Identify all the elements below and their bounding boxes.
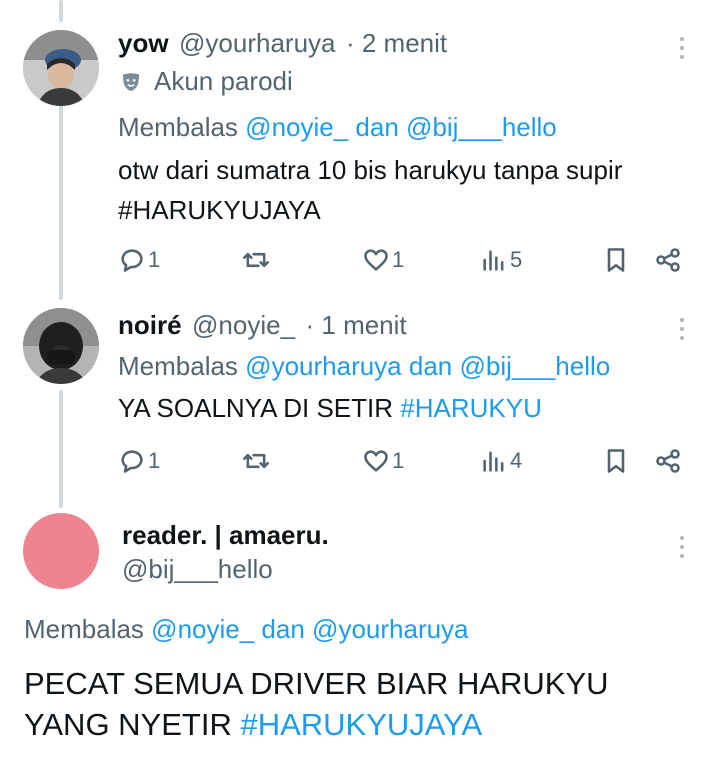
thread-line (59, 104, 63, 300)
reply-button[interactable]: 1 (118, 243, 160, 277)
replying-to-and: dan (355, 112, 399, 142)
repost-button[interactable] (242, 444, 272, 478)
mention-link[interactable]: @yourharuya (312, 614, 468, 644)
replying-to: Membalas @noyie_ dan @bij___hello (118, 112, 557, 143)
replying-to-and: dan (261, 614, 305, 644)
author-name[interactable]: yow (118, 28, 169, 58)
mention-link[interactable]: @yourharuya (245, 351, 401, 381)
author-name[interactable]: reader. | amaeru. (122, 520, 329, 551)
avatar[interactable] (23, 513, 99, 589)
hashtag-link[interactable]: #HARUKYU (400, 393, 542, 423)
author-handle[interactable]: @noyie_ (192, 310, 295, 340)
author-name[interactable]: noiré (118, 310, 182, 340)
replying-to-label: Membalas (24, 614, 144, 644)
author-handle[interactable]: @yourharuya (179, 28, 335, 58)
tweet-text: otw dari sumatra 10 bis harukyu tanpa su… (118, 155, 623, 185)
tweet-text-line: PECAT SEMUA DRIVER BIAR HARUKYU (24, 666, 609, 701)
repost-icon (243, 453, 269, 469)
replying-to: Membalas @noyie_ dan @yourharuya (24, 614, 469, 645)
reply-count: 1 (148, 247, 161, 272)
avatar[interactable] (23, 308, 99, 384)
views-count: 5 (510, 247, 523, 272)
author-handle[interactable]: @bij___hello (122, 554, 273, 585)
bookmark-button[interactable] (602, 243, 630, 277)
thread-line-top (59, 0, 63, 22)
parody-badge: Akun parodi (120, 66, 293, 97)
views-icon (483, 451, 504, 472)
tweet-text-line: YANG NYETIR (24, 707, 232, 742)
mention-link[interactable]: @noyie_ (245, 112, 348, 142)
tweet-text-content: YA SOALNYA DI SETIR (118, 393, 394, 423)
views-icon (483, 250, 504, 271)
like-icon (364, 450, 388, 472)
more-icon[interactable] (672, 533, 692, 561)
more-icon[interactable] (672, 34, 692, 62)
hashtag-link[interactable]: #HARUKYUJAYA (118, 192, 321, 229)
replying-to: Membalas @yourharuya dan @bij___hello (118, 351, 610, 382)
mention-link[interactable]: @bij___hello (406, 112, 557, 142)
like-count: 1 (392, 247, 405, 272)
replying-to-and: dan (408, 351, 453, 381)
avatar[interactable] (23, 30, 99, 106)
tweet-actions: 1 1 4 (118, 444, 688, 478)
hashtag-link[interactable]: #HARUKYUJAYA (240, 707, 482, 742)
reply-icon (121, 249, 143, 272)
replying-to-label: Membalas (118, 351, 238, 381)
repost-icon (243, 252, 269, 268)
reply-button[interactable]: 1 (118, 444, 160, 478)
views-count: 4 (510, 448, 523, 473)
like-count: 1 (392, 448, 405, 473)
reply-icon (121, 450, 143, 473)
like-button[interactable]: 1 (362, 444, 404, 478)
share-button[interactable] (654, 444, 682, 478)
replying-to-label: Membalas (118, 112, 238, 142)
mention-link[interactable]: @bij___hello (460, 351, 611, 381)
timestamp[interactable]: · 1 menit (306, 310, 407, 340)
bookmark-button[interactable] (602, 444, 630, 478)
repost-button[interactable] (242, 243, 272, 277)
mention-link[interactable]: @noyie_ (151, 614, 254, 644)
share-button[interactable] (654, 243, 682, 277)
views-button[interactable]: 4 (480, 444, 522, 478)
bookmark-icon (607, 449, 625, 473)
bookmark-icon (607, 248, 625, 272)
tweet-actions: 1 1 5 (118, 243, 688, 277)
share-icon (656, 248, 680, 272)
views-button[interactable]: 5 (480, 243, 522, 277)
like-button[interactable]: 1 (362, 243, 404, 277)
tweet-text: YANG NYETIR #HARUKYUJAYA (24, 705, 482, 745)
share-icon (656, 449, 680, 473)
tweet-text: YA SOALNYA DI SETIR #HARUKYU (118, 390, 542, 427)
parody-mask-icon (122, 72, 140, 91)
more-icon[interactable] (672, 315, 692, 343)
like-icon (364, 249, 388, 271)
reply-count: 1 (148, 448, 161, 473)
parody-label: Akun parodi (154, 66, 293, 96)
thread-line (59, 390, 63, 508)
timestamp[interactable]: · 2 menit (346, 28, 447, 58)
